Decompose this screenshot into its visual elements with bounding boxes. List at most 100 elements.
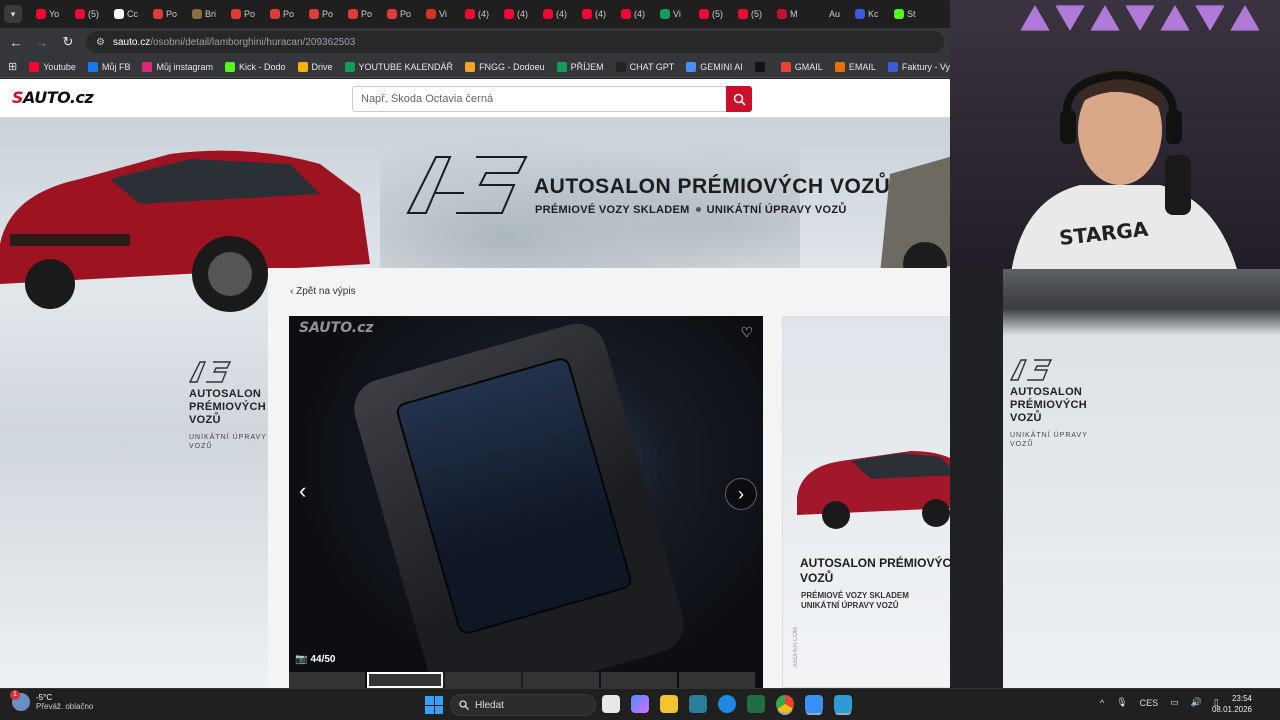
photo-counter-value: 44/50 <box>310 654 336 665</box>
browser-tab[interactable]: Kc <box>851 3 888 25</box>
bookmark-label: Kick - Dodo <box>238 61 286 72</box>
left-ad-tagline: UNIKÁTNÍ ÚPRAVY VOZŮ <box>189 434 267 450</box>
listing-content: ‹ Zpět na výpis SAUTO.cz ♡ ‹ › 📷 44/50 A… <box>268 268 950 688</box>
browser-tab[interactable]: Vi <box>656 3 693 25</box>
taskbar-search[interactable]: Hledat <box>450 694 596 716</box>
bookmark-item[interactable]: Youtube <box>29 61 76 72</box>
copilot-icon[interactable] <box>631 695 649 713</box>
capcut-icon[interactable] <box>805 695 823 713</box>
bookmark-item[interactable]: GEMINI AI <box>686 61 743 72</box>
thumbnail-selected[interactable] <box>367 672 443 688</box>
browser-tab[interactable]: M <box>773 3 810 25</box>
browser-tab[interactable]: Po <box>227 3 264 25</box>
browser-tab[interactable]: Bri <box>188 3 225 25</box>
prev-photo-arrow-icon[interactable]: ‹ <box>299 478 306 504</box>
bookmark-item[interactable] <box>754 61 769 72</box>
back-arrow-icon[interactable]: ← <box>8 35 24 50</box>
browser-tab[interactable]: Cc <box>110 3 147 25</box>
bookmark-favicon-icon <box>754 61 765 72</box>
browser-tab[interactable]: (4) <box>617 3 654 25</box>
browser-tab[interactable]: Po <box>383 3 420 25</box>
right-side-ad[interactable]: AUTOSALON PRÉMIOVÝCH VOZŮ UNIKÁTNÍ ÚPRAV… <box>1009 359 1100 449</box>
forward-arrow-icon[interactable]: → <box>34 35 50 50</box>
thumbnail[interactable] <box>445 672 521 688</box>
ad-banner-subtitle[interactable]: PRÉMIOVÉ VOZY SKLADEM UNIKÁTNÍ ÚPRAVY VOZ… <box>535 204 847 216</box>
browser-tab[interactable]: Po <box>266 3 303 25</box>
bookmark-item[interactable]: Můj FB <box>87 61 131 72</box>
tab-favicon-icon <box>699 9 709 19</box>
network-icon[interactable]: ▭ <box>1170 697 1179 708</box>
address-bar[interactable]: ⚙ sauto.cz/osobni/detail/lamborghini/hur… <box>86 31 944 53</box>
edge-icon[interactable] <box>718 695 736 713</box>
browser-tab[interactable]: (4) <box>539 3 576 25</box>
thumbnail[interactable] <box>523 672 599 688</box>
sauto-logo[interactable]: SAUTO.cz <box>12 88 94 107</box>
bookmark-label: YOUTUBE KALENDÁŘ <box>358 61 454 72</box>
windows-start-icon[interactable] <box>425 696 443 714</box>
browser-tab[interactable]: Po <box>305 3 342 25</box>
photo-watermark: SAUTO.cz <box>299 320 374 336</box>
taskbar: 1 -5°C Převáž. oblačno Hledat ^ 🎙 CES ▭ … <box>0 688 1280 720</box>
thumbnail[interactable] <box>289 672 365 688</box>
task-view-icon[interactable] <box>602 695 620 713</box>
tab-label: Yo <box>49 9 60 19</box>
clock[interactable]: 23:54 08.01.2026 <box>1206 693 1252 715</box>
bookmark-item[interactable]: Faktury - Vytváření <box>887 61 950 72</box>
bookmark-item[interactable]: YOUTUBE KALENDÁŘ <box>344 61 454 72</box>
file-explorer-icon[interactable] <box>660 695 678 713</box>
volume-icon[interactable]: 🔊 <box>1191 697 1202 708</box>
browser-tab[interactable]: Po <box>344 3 381 25</box>
tab-search-button[interactable]: ▾ <box>4 5 22 23</box>
bookmark-item[interactable]: GMAIL <box>780 61 823 72</box>
bookmark-item[interactable]: CHAT GPT <box>615 61 674 72</box>
browser-tab[interactable]: Vi <box>422 3 459 25</box>
bookmark-label: Můj FB <box>101 61 131 72</box>
excel-icon[interactable] <box>747 695 765 713</box>
bookmark-item[interactable]: FNGG - Dodoeu <box>465 61 545 72</box>
autosalon-logo-small <box>1009 359 1053 381</box>
apps-grid-icon[interactable]: ⊞ <box>8 60 17 73</box>
bookmark-item[interactable]: PŘÍJEM <box>556 61 604 72</box>
reload-icon[interactable]: ↻ <box>60 34 76 50</box>
photos-app-icon[interactable] <box>689 695 707 713</box>
webcam-overlay: STARGA <box>950 0 1280 269</box>
temperature: -5°C <box>36 693 53 702</box>
chevron-up-icon[interactable]: ^ <box>1100 698 1104 708</box>
site-info-icon[interactable]: ⚙ <box>96 37 105 48</box>
browser-tab[interactable]: (5) <box>71 3 108 25</box>
tab-favicon-icon <box>231 9 241 19</box>
weather-widget[interactable]: 1 -5°C Převáž. oblačno <box>10 690 93 711</box>
stream-app-icon[interactable] <box>834 695 852 713</box>
browser-tab[interactable]: (5) <box>734 3 771 25</box>
search-input[interactable] <box>352 86 726 112</box>
bookmark-item[interactable]: EMAIL <box>834 61 876 72</box>
thumbnail[interactable] <box>601 672 677 688</box>
browser-tab[interactable]: (4) <box>578 3 615 25</box>
thumbnail[interactable] <box>679 672 755 688</box>
browser-tab[interactable]: Po <box>149 3 186 25</box>
language-indicator[interactable]: CES <box>1140 698 1159 708</box>
left-side-ad[interactable]: AUTOSALON PRÉMIOVÝCH VOZŮ UNIKÁTNÍ ÚPRAV… <box>188 361 269 451</box>
browser-tab[interactable]: (4) <box>500 3 537 25</box>
search-button[interactable] <box>726 86 752 112</box>
browser-tab[interactable]: Yo <box>32 3 69 25</box>
bookmark-favicon-icon <box>142 61 153 72</box>
browser-tab[interactable]: Au <box>812 3 849 25</box>
chrome-icon[interactable] <box>776 695 794 713</box>
bookmark-item[interactable]: Můj instagram <box>142 61 213 72</box>
favorite-heart-icon[interactable]: ♡ <box>740 324 753 341</box>
bookmark-item[interactable]: Drive <box>297 61 333 72</box>
back-to-list-link[interactable]: ‹ Zpět na výpis <box>290 286 356 297</box>
next-photo-arrow-icon[interactable]: › <box>725 478 757 510</box>
browser-tab[interactable]: (4) <box>461 3 498 25</box>
microphone-icon[interactable]: 🎙 <box>1116 697 1127 708</box>
thumbnail-strip <box>289 672 763 688</box>
browser-tab[interactable]: St <box>890 3 927 25</box>
photo-gallery[interactable]: SAUTO.cz ♡ ‹ › 📷 44/50 <box>289 316 763 688</box>
ad-banner-title[interactable]: AUTOSALON PRÉMIOVÝCH VOZŮ <box>534 175 890 199</box>
bookmark-favicon-icon <box>465 61 476 72</box>
browser-tab[interactable]: (5) <box>695 3 732 25</box>
bookmark-item[interactable]: Kick - Dodo <box>224 61 286 72</box>
right-ad-banner[interactable]: AUTOSALON PRÉMIOVÝCH VOZŮ PRÉMIOVÉ VOZY … <box>782 316 950 688</box>
tab-favicon-icon <box>348 9 358 19</box>
